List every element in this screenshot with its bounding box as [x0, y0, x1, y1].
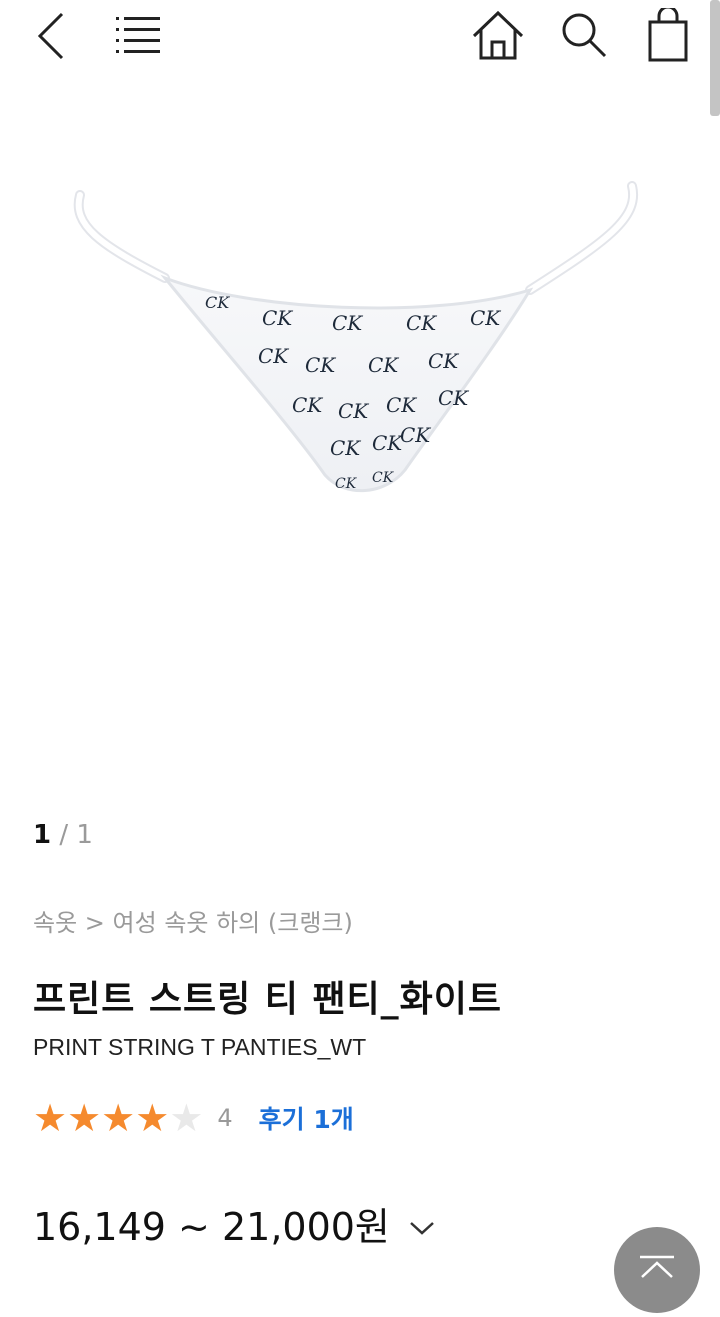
svg-text:CK: CK: [438, 386, 469, 410]
price-range[interactable]: 16,149 ~ 21,000원: [33, 1196, 436, 1251]
product-image[interactable]: CK CK CK CK CK CK CK CK CK CK CK CK CK C…: [0, 150, 720, 530]
svg-text:CK: CK: [305, 353, 336, 377]
svg-text:CK: CK: [205, 293, 230, 312]
svg-text:CK: CK: [372, 470, 395, 486]
svg-text:CK: CK: [338, 399, 369, 423]
scrollbar[interactable]: [710, 0, 720, 116]
star-empty-icon: ★: [169, 1096, 204, 1140]
image-counter-current: 1: [33, 820, 52, 850]
svg-text:CK: CK: [258, 344, 289, 368]
image-counter-total: 1: [76, 820, 93, 850]
svg-text:CK: CK: [400, 423, 431, 447]
svg-text:CK: CK: [470, 306, 501, 330]
star-icon: ★: [135, 1096, 170, 1140]
star-icon: ★: [33, 1096, 68, 1140]
rating-value: 4: [217, 1104, 233, 1132]
home-icon[interactable]: [470, 8, 526, 64]
svg-text:CK: CK: [368, 353, 399, 377]
rating-stars: ★ ★ ★ ★ ★: [33, 1098, 203, 1138]
price-text: 16,149 ~ 21,000원: [33, 1205, 390, 1249]
star-icon: ★: [101, 1096, 136, 1140]
image-counter-separator: /: [59, 820, 69, 850]
product-subtitle: PRINT STRING T PANTIES_WT: [33, 1034, 367, 1060]
svg-text:CK: CK: [332, 311, 363, 335]
svg-text:CK: CK: [428, 349, 459, 373]
svg-text:CK: CK: [372, 431, 403, 455]
scroll-to-top-button[interactable]: [614, 1227, 700, 1313]
arrow-up-icon: [640, 1255, 674, 1278]
svg-text:CK: CK: [262, 306, 293, 330]
review-count-link[interactable]: 후기 1개: [259, 1100, 354, 1136]
chevron-down-icon[interactable]: [408, 1202, 436, 1246]
svg-text:CK: CK: [335, 476, 358, 492]
breadcrumb[interactable]: 속옷 > 여성 속옷 하의 (크랭크): [33, 903, 353, 938]
product-title: 프린트 스트링 티 팬티_화이트: [33, 979, 503, 1020]
svg-text:CK: CK: [386, 393, 417, 417]
svg-text:CK: CK: [330, 436, 361, 460]
rating-row: ★ ★ ★ ★ ★ 4 후기 1개: [33, 1098, 354, 1138]
svg-text:CK: CK: [406, 311, 437, 335]
svg-text:CK: CK: [292, 393, 323, 417]
shopping-bag-icon[interactable]: [642, 8, 694, 64]
image-counter: 1 / 1: [33, 820, 93, 850]
search-icon[interactable]: [556, 8, 612, 64]
star-icon: ★: [67, 1096, 102, 1140]
top-nav-bar: [0, 0, 720, 76]
menu-icon[interactable]: [112, 14, 164, 58]
back-chevron-left-icon[interactable]: [30, 10, 74, 62]
